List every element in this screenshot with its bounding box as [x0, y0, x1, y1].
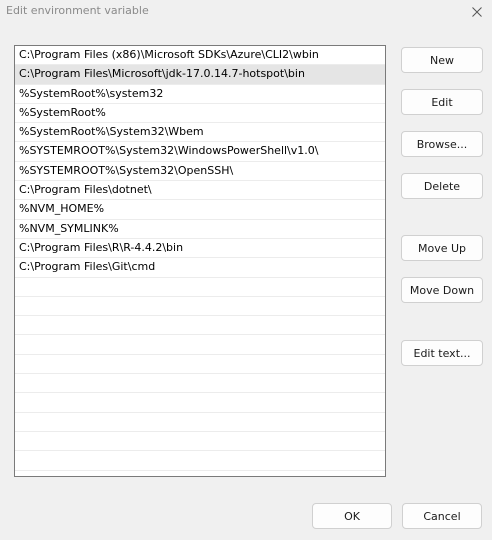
- delete-button[interactable]: Delete: [401, 173, 483, 199]
- list-item[interactable]: [15, 278, 385, 297]
- list-item[interactable]: [15, 355, 385, 375]
- cancel-button[interactable]: Cancel: [402, 503, 482, 529]
- list-item[interactable]: [15, 432, 385, 452]
- close-button[interactable]: [462, 0, 492, 24]
- title-bar: Edit environment variable: [0, 0, 492, 24]
- edit-button[interactable]: Edit: [401, 89, 483, 115]
- edit-environment-variable-dialog: Edit environment variable C:\Program Fil…: [0, 0, 492, 540]
- move-down-button[interactable]: Move Down: [401, 277, 483, 303]
- list-item[interactable]: C:\Program Files\dotnet\: [15, 181, 385, 201]
- list-item[interactable]: %SystemRoot%\System32\Wbem: [15, 123, 385, 143]
- list-item[interactable]: [15, 297, 385, 317]
- list-item[interactable]: C:\Program Files\R\R-4.4.2\bin: [15, 239, 385, 259]
- list-item[interactable]: [15, 335, 385, 355]
- list-item[interactable]: %SYSTEMROOT%\System32\WindowsPowerShell\…: [15, 142, 385, 162]
- list-item[interactable]: [15, 393, 385, 413]
- window-title: Edit environment variable: [6, 4, 149, 17]
- move-up-button[interactable]: Move Up: [401, 235, 483, 261]
- new-button[interactable]: New: [401, 47, 483, 73]
- list-item[interactable]: C:\Program Files\Microsoft\jdk-17.0.14.7…: [15, 65, 385, 85]
- list-item[interactable]: [15, 316, 385, 336]
- list-item[interactable]: %SYSTEMROOT%\System32\OpenSSH\: [15, 162, 385, 182]
- browse-button[interactable]: Browse...: [401, 131, 483, 157]
- list-item[interactable]: %SystemRoot%\system32: [15, 85, 385, 104]
- edit-text-button[interactable]: Edit text...: [401, 340, 483, 366]
- list-item[interactable]: [15, 413, 385, 432]
- path-list[interactable]: C:\Program Files (x86)\Microsoft SDKs\Az…: [14, 45, 386, 477]
- list-item[interactable]: %NVM_SYMLINK%: [15, 220, 385, 239]
- ok-button[interactable]: OK: [312, 503, 392, 529]
- close-icon: [472, 7, 482, 17]
- list-item[interactable]: [15, 374, 385, 394]
- list-item[interactable]: C:\Program Files\Git\cmd: [15, 258, 385, 278]
- list-item[interactable]: C:\Program Files (x86)\Microsoft SDKs\Az…: [15, 46, 385, 66]
- list-item[interactable]: %NVM_HOME%: [15, 200, 385, 220]
- list-item[interactable]: %SystemRoot%: [15, 104, 385, 124]
- list-item[interactable]: [15, 451, 385, 471]
